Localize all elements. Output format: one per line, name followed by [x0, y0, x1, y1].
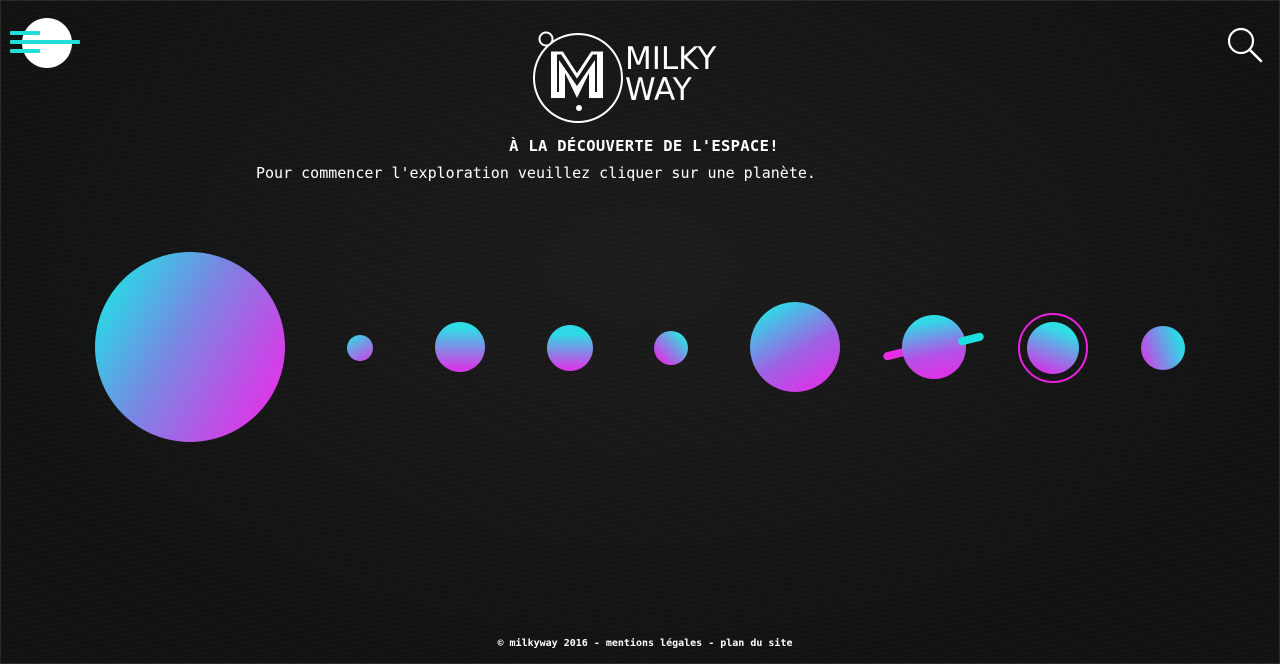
- search-button[interactable]: [1226, 26, 1264, 64]
- footer-legal-link[interactable]: mentions légales: [606, 638, 702, 649]
- menu-bar-icon: [10, 49, 40, 53]
- menu-bar-icon: [10, 31, 40, 35]
- planet-earth[interactable]: [547, 325, 593, 371]
- search-icon: [1227, 27, 1263, 63]
- planet-mars[interactable]: [654, 331, 688, 365]
- logo-text-line2: WAY: [625, 72, 692, 108]
- planet-neptune[interactable]: [1141, 326, 1185, 370]
- planet-mercury[interactable]: [347, 335, 373, 361]
- footer: © milkyway 2016 - mentions légales - pla…: [0, 638, 1280, 649]
- footer-separator: -: [702, 638, 721, 649]
- planet-sun[interactable]: [95, 252, 285, 442]
- planet-uranus[interactable]: [1027, 322, 1079, 374]
- planet-saturn[interactable]: [902, 315, 966, 379]
- footer-separator: -: [587, 638, 606, 649]
- menu-bar-icon: [10, 40, 80, 44]
- milkyway-logo-icon: [533, 31, 623, 123]
- footer-sitemap-link[interactable]: plan du site: [720, 638, 792, 649]
- planet-venus[interactable]: [435, 322, 485, 372]
- site-logo[interactable]: MILKY WAY: [528, 28, 738, 124]
- menu-button[interactable]: [10, 18, 82, 70]
- footer-copyright: © milkyway 2016: [497, 638, 588, 649]
- logo-text-line1: MILKY: [625, 41, 717, 77]
- page-instruction: Pour commencer l'exploration veuillez cl…: [256, 164, 816, 182]
- logo-text: MILKY WAY: [625, 44, 716, 106]
- page-headline: À LA DÉCOUVERTE DE L'ESPACE!: [509, 137, 779, 155]
- planet-jupiter[interactable]: [750, 302, 840, 392]
